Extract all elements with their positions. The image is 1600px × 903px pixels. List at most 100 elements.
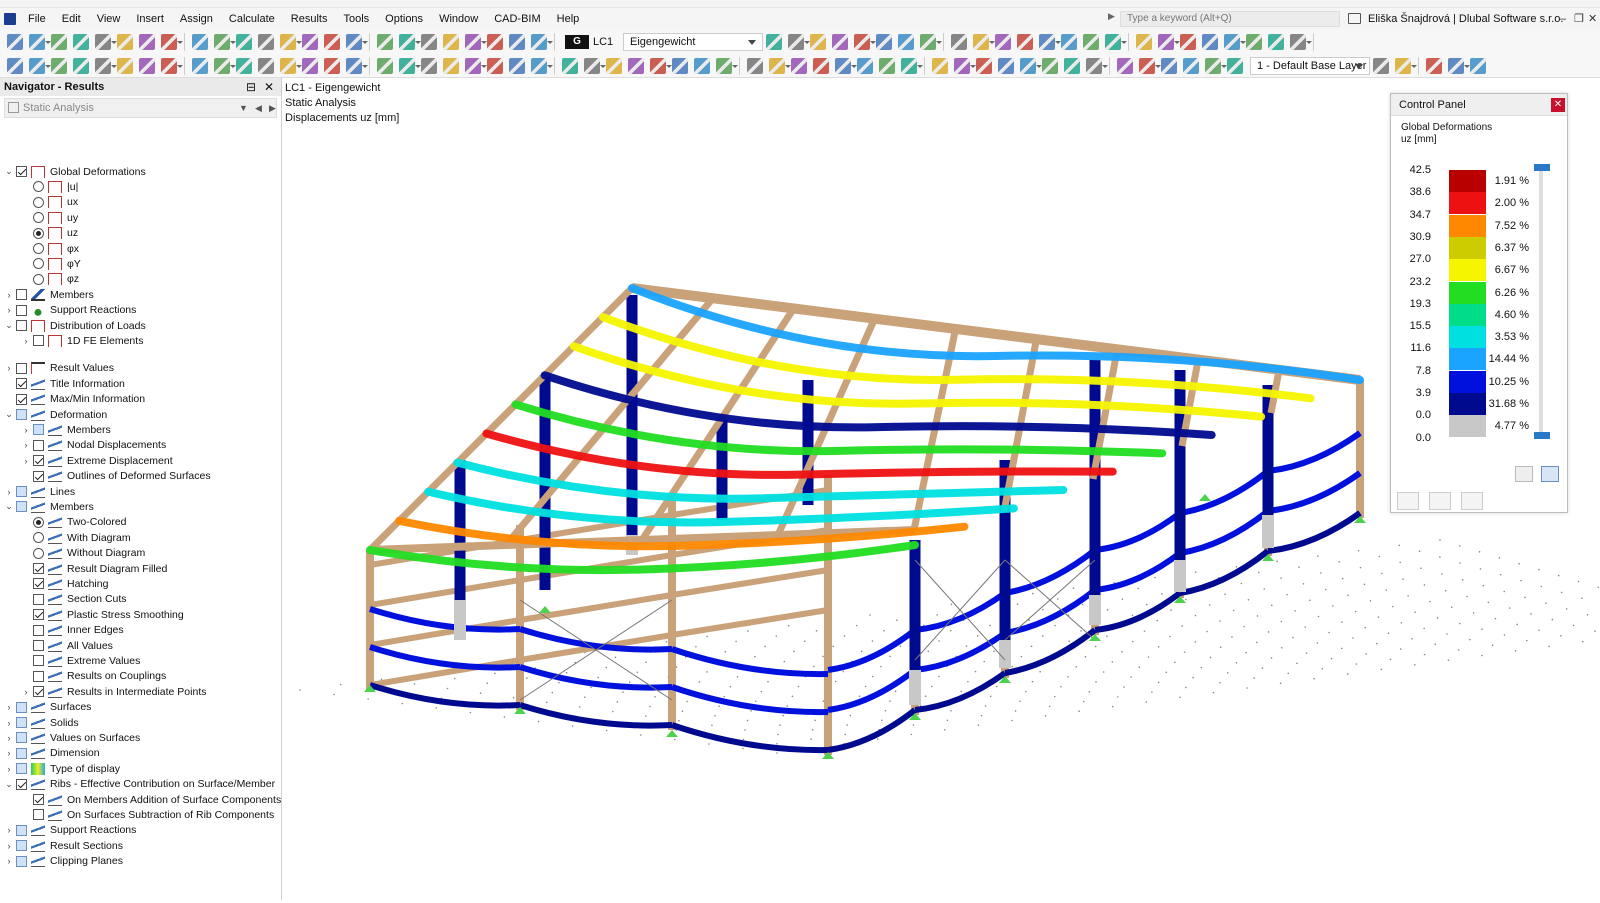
toolbar2-button-29-icon[interactable] [606,57,622,74]
tree-item[interactable]: On Surfaces Subtraction of Rib Component… [21,807,274,822]
toolbar1-button-28-icon[interactable] [788,34,810,50]
toolbar2-button-61-icon[interactable] [1395,57,1417,74]
tree-item[interactable]: φY [21,256,81,271]
restore-icon[interactable]: ❐ [1574,8,1584,30]
toolbar2-button-1-icon[interactable] [29,57,51,74]
menu-insert[interactable]: Insert [128,8,172,30]
checkbox[interactable] [16,362,27,374]
tree-item[interactable]: φx [21,241,79,256]
toolbar2-button-10-icon[interactable] [214,57,236,74]
radio-button[interactable] [33,196,44,208]
menu-tools[interactable]: Tools [335,8,377,30]
chevron-right-icon[interactable]: › [4,764,14,774]
toolbar2-button-65-icon[interactable] [1470,57,1486,74]
toolbar1-button-32-icon[interactable] [876,34,892,50]
toolbar2-button-63-icon[interactable] [1426,57,1442,74]
toolbar2-button-23-icon[interactable] [487,57,503,74]
toolbar1-button-30-icon[interactable] [832,34,848,50]
tab-filter[interactable] [1461,492,1483,510]
close-icon[interactable]: ✕ [1551,98,1565,112]
tree-item[interactable]: Plastic Stress Smoothing [21,607,184,622]
radio-button[interactable] [33,516,44,528]
menu-window[interactable]: Window [431,8,486,30]
toolbar1-button-19-icon[interactable] [399,34,421,50]
toolbar2-button-56-icon[interactable] [1161,57,1177,74]
checkbox[interactable] [33,686,44,698]
toolbar1-button-21-icon[interactable] [443,34,459,50]
tree-item[interactable]: › Values on Surfaces [4,730,140,745]
tree-item[interactable]: Max/Min Information [4,392,145,407]
tree-item[interactable]: › Members [4,287,94,302]
toolbar2-button-25-icon[interactable] [531,57,553,74]
checkbox[interactable] [33,439,44,451]
toolbar1-button-1-icon[interactable] [29,34,51,50]
user-name[interactable]: Eliška Šnajdrová | Dlubal Software s.r.o… [1350,8,1563,30]
checkbox[interactable] [33,640,44,651]
toolbar2-button-59-icon[interactable] [1227,57,1243,74]
toolbar1-button-12-icon[interactable] [258,34,274,50]
toolbar2-button-14-icon[interactable] [302,57,318,74]
toolbar1-button-7-icon[interactable] [161,34,183,50]
tree-item[interactable]: With Diagram [21,530,131,545]
chevron-down-icon[interactable]: ⌄ [4,779,14,790]
toolbar1-button-0-icon[interactable] [7,34,23,50]
tree-item[interactable]: On Members Addition of Surface Component… [21,792,281,807]
chevron-right-icon[interactable]: › [4,856,14,866]
toolbar1-button-37-icon[interactable] [973,34,995,50]
tree-item[interactable]: uz [21,226,78,241]
toolbar2-button-5-icon[interactable] [117,57,133,74]
toolbar2-button-16-icon[interactable] [346,57,368,74]
toolbar1-button-34-icon[interactable] [920,34,942,50]
toolbar2-button-50-icon[interactable] [1042,57,1058,74]
toolbar2-button-58-icon[interactable] [1205,57,1227,74]
slider-max-handle[interactable] [1534,164,1550,171]
toolbar2-button-2-icon[interactable] [51,57,67,74]
toolbar1-button-10-icon[interactable] [214,34,236,50]
toolbar2-button-28-icon[interactable] [584,57,606,74]
toolbar1-button-18-icon[interactable] [377,34,393,50]
toolbar1-button-24-icon[interactable] [509,34,525,50]
checkbox[interactable] [16,763,27,775]
checkbox[interactable] [16,393,27,405]
legend-range-slider[interactable] [1539,164,1543,432]
tree-item[interactable]: › Members [21,422,111,437]
toolbar2-button-54-icon[interactable] [1117,57,1133,74]
chevron-right-icon[interactable]: › [4,733,14,743]
tree-item[interactable]: Section Cuts [21,592,127,607]
toolbar2-button-13-icon[interactable] [280,57,302,74]
previous-icon[interactable]: ◀ [255,99,262,117]
checkbox[interactable] [16,486,27,497]
toolbar2-button-24-icon[interactable] [509,57,525,74]
toolbar1-button-33-icon[interactable] [898,34,914,50]
toolbar2-button-31-icon[interactable] [650,57,672,74]
toolbar1-button-23-icon[interactable] [487,34,503,50]
pin-icon[interactable]: ⊟ [246,78,256,96]
toolbar1-button-11-icon[interactable] [236,34,252,50]
tree-item[interactable]: › Clipping Planes [4,854,123,869]
toolbar2-button-4-icon[interactable] [95,57,117,74]
toolbar1-button-43-icon[interactable] [1105,34,1127,50]
layer-dropdown[interactable]: 1 - Default Base Layer [1250,56,1370,75]
toolbar1-button-14-icon[interactable] [302,34,318,50]
toolbar2-button-18-icon[interactable] [377,57,393,74]
chevron-down-icon[interactable]: ⌄ [4,320,14,331]
chevron-right-icon[interactable]: › [21,687,31,697]
tree-item[interactable]: Results on Couplings [21,669,166,684]
toolbar2-button-15-icon[interactable] [324,57,340,74]
toolbar2-button-11-icon[interactable] [236,57,252,74]
toolbar1-button-48-icon[interactable] [1202,34,1218,50]
checkbox[interactable] [16,320,27,331]
toolbar2-button-38-icon[interactable] [791,57,807,74]
analysis-type-select[interactable]: Static Analysis ▼ ◀ ▶ [4,98,277,118]
tree-item[interactable]: ⌄ Global Deformations [4,164,146,179]
chevron-right-icon[interactable]: › [4,290,14,300]
tree-item[interactable]: › Support Reactions [4,823,136,838]
toolbar2-button-9-icon[interactable] [192,57,208,74]
checkbox[interactable] [33,455,44,467]
toolbar1-button-16-icon[interactable] [346,34,368,50]
tree-item[interactable]: › Dimension [4,746,100,761]
checkbox[interactable] [33,609,44,621]
checkbox[interactable] [16,701,27,713]
tree-item[interactable]: All Values [21,638,113,653]
toolbar2-button-36-icon[interactable] [747,57,763,74]
